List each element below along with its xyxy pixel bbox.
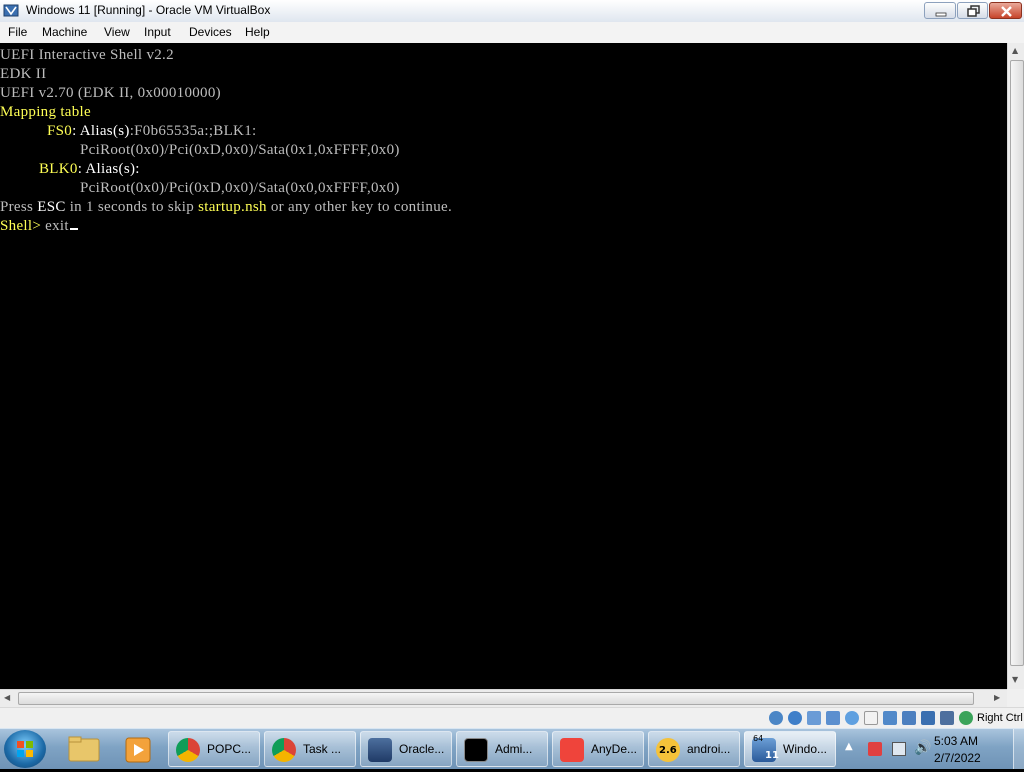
chrome-icon xyxy=(272,738,296,762)
horizontal-scroll-thumb[interactable] xyxy=(18,692,974,705)
taskbar-item-label: Admi... xyxy=(495,742,533,756)
console-line: EDK II xyxy=(0,66,47,82)
taskbar: POPC... Task ... Oracle... Admi... AnyDe… xyxy=(0,728,1024,769)
usb-icon[interactable] xyxy=(845,711,859,725)
taskbar-item-label: POPC... xyxy=(207,742,252,756)
scroll-right-arrow-icon[interactable]: ▶ xyxy=(994,693,1000,702)
taskbar-item-admin-cmd[interactable]: Admi... xyxy=(456,731,548,767)
vertical-scroll-thumb[interactable] xyxy=(1010,60,1024,666)
shell-command: exit xyxy=(45,218,69,234)
media-player-icon xyxy=(125,737,151,763)
vm-display[interactable]: UEFI Interactive Shell v2.2 EDK II UEFI … xyxy=(0,43,1007,689)
menu-input[interactable]: Input xyxy=(144,25,171,39)
audio-icon[interactable] xyxy=(807,711,821,725)
startup-text: in 1 seconds to skip xyxy=(65,199,199,215)
taskbar-item-label: Task ... xyxy=(303,742,342,756)
startup-nsh-text: startup.nsh xyxy=(198,199,267,215)
blk0-mapping: BLK0: Alias(s): xyxy=(39,161,140,178)
virtualization-icon[interactable] xyxy=(921,711,935,725)
host-key-label: Right Ctrl xyxy=(977,712,1023,724)
show-desktop-button[interactable] xyxy=(1013,729,1024,769)
console-line: UEFI v2.70 (EDK II, 0x00010000) xyxy=(0,85,221,101)
explorer-pinned-button[interactable] xyxy=(58,731,110,767)
taskbar-item-chrome-popc[interactable]: POPC... xyxy=(168,731,260,767)
blk0-device-path: PciRoot(0x0)/Pci(0xD,0x0)/Sata(0x0,0xFFF… xyxy=(80,180,400,196)
taskbar-item-label: AnyDe... xyxy=(591,742,638,756)
taskbar-item-anydesk[interactable]: AnyDe... xyxy=(552,731,644,767)
vm-os-badge: 11 xyxy=(765,750,779,761)
menu-bar: File Machine View Input Devices Help xyxy=(0,22,1024,44)
host-key-arrow-icon[interactable] xyxy=(959,711,973,725)
windows-logo-icon xyxy=(17,741,33,757)
startup-text: Press xyxy=(0,199,38,215)
virtualbox-window: Windows 11 [Running] - Oracle VM Virtual… xyxy=(0,0,1024,729)
blk0-name: BLK0 xyxy=(39,161,78,177)
taskbar-item-chrome-task[interactable]: Task ... xyxy=(264,731,356,767)
scroll-left-arrow-icon[interactable]: ◀ xyxy=(4,693,10,702)
scroll-down-arrow-icon[interactable]: ▼ xyxy=(1012,675,1018,684)
fs0-alias-label: : Alias(s) xyxy=(72,123,130,139)
console-line: UEFI Interactive Shell v2.2 xyxy=(0,47,174,63)
taskbar-item-label: androi... xyxy=(687,742,731,756)
esc-key-text: ESC xyxy=(37,199,66,215)
shared-folders-icon[interactable] xyxy=(864,711,878,725)
menu-view[interactable]: View xyxy=(104,25,130,39)
anydesk-icon xyxy=(560,738,584,762)
taskbar-item-windows-vm[interactable]: 64 11 Windo... xyxy=(744,731,836,767)
start-button[interactable] xyxy=(4,730,46,768)
fs0-device-path: PciRoot(0x0)/Pci(0xD,0x0)/Sata(0x1,0xFFF… xyxy=(80,142,400,158)
network-tray-icon[interactable] xyxy=(892,742,906,756)
chrome-icon xyxy=(176,738,200,762)
taskbar-item-virtualbox-manager[interactable]: Oracle... xyxy=(360,731,452,767)
virtualbox-icon xyxy=(368,738,392,762)
media-player-pinned-button[interactable] xyxy=(112,731,164,767)
window-title: Windows 11 [Running] - Oracle VM Virtual… xyxy=(26,3,271,17)
shell-prompt-line[interactable]: Shell> exit xyxy=(0,218,78,235)
menu-machine[interactable]: Machine xyxy=(42,25,87,39)
menu-devices[interactable]: Devices xyxy=(189,25,232,39)
optical-drive-icon[interactable] xyxy=(788,711,802,725)
video-capture-icon[interactable] xyxy=(902,711,916,725)
fs0-alias-value: :F0b65535a:;BLK1: xyxy=(129,123,257,139)
vm-arch-badge: 64 xyxy=(753,734,764,743)
menu-file[interactable]: File xyxy=(8,25,27,39)
restore-button[interactable] xyxy=(957,2,988,19)
title-bar[interactable]: Windows 11 [Running] - Oracle VM Virtual… xyxy=(0,0,1024,23)
folder-icon xyxy=(68,736,100,762)
network-icon[interactable] xyxy=(826,711,840,725)
clock-time[interactable]: 5:03 AM xyxy=(934,734,978,748)
android-version-badge: 2.6 xyxy=(659,745,677,756)
mapping-table-heading: Mapping table xyxy=(0,104,91,120)
close-icon xyxy=(1001,6,1012,17)
system-tray: ▲ 🔊 xyxy=(840,729,1024,769)
vertical-scrollbar[interactable]: ▲ ▼ xyxy=(1007,43,1024,689)
show-hidden-icons-icon[interactable]: ▲ xyxy=(845,741,853,752)
taskbar-item-label: Oracle... xyxy=(399,742,445,756)
display-icon[interactable] xyxy=(883,711,897,725)
blk0-alias-label: : Alias(s): xyxy=(77,161,140,177)
virtualbox-app-icon xyxy=(3,4,19,17)
menu-help[interactable]: Help xyxy=(245,25,270,39)
restore-icon xyxy=(967,5,980,17)
vm-status-bar: Right Ctrl xyxy=(0,707,1024,729)
minimize-button[interactable] xyxy=(924,2,956,19)
scroll-up-arrow-icon[interactable]: ▲ xyxy=(1012,46,1018,55)
mouse-integration-icon[interactable] xyxy=(940,711,954,725)
horizontal-scrollbar[interactable]: ◀ ▶ xyxy=(0,689,1007,707)
clock-date[interactable]: 2/7/2022 xyxy=(934,751,981,765)
minimize-icon xyxy=(935,12,947,17)
text-cursor xyxy=(69,228,78,230)
hard-disk-icon[interactable] xyxy=(769,711,783,725)
startup-text: or any other key to continue. xyxy=(266,199,453,215)
close-button[interactable] xyxy=(989,2,1022,19)
startup-message: Press ESC in 1 seconds to skip startup.n… xyxy=(0,199,452,216)
cmd-icon xyxy=(464,738,488,762)
volume-icon[interactable]: 🔊 xyxy=(914,740,931,756)
fs0-name: FS0 xyxy=(47,123,73,139)
shell-prompt: Shell> xyxy=(0,218,46,234)
taskbar-item-android[interactable]: 2.6 androi... xyxy=(648,731,740,767)
action-center-icon[interactable] xyxy=(868,742,882,756)
taskbar-item-label: Windo... xyxy=(783,742,828,756)
fs0-mapping: FS0: Alias(s):F0b65535a:;BLK1: xyxy=(47,123,256,140)
